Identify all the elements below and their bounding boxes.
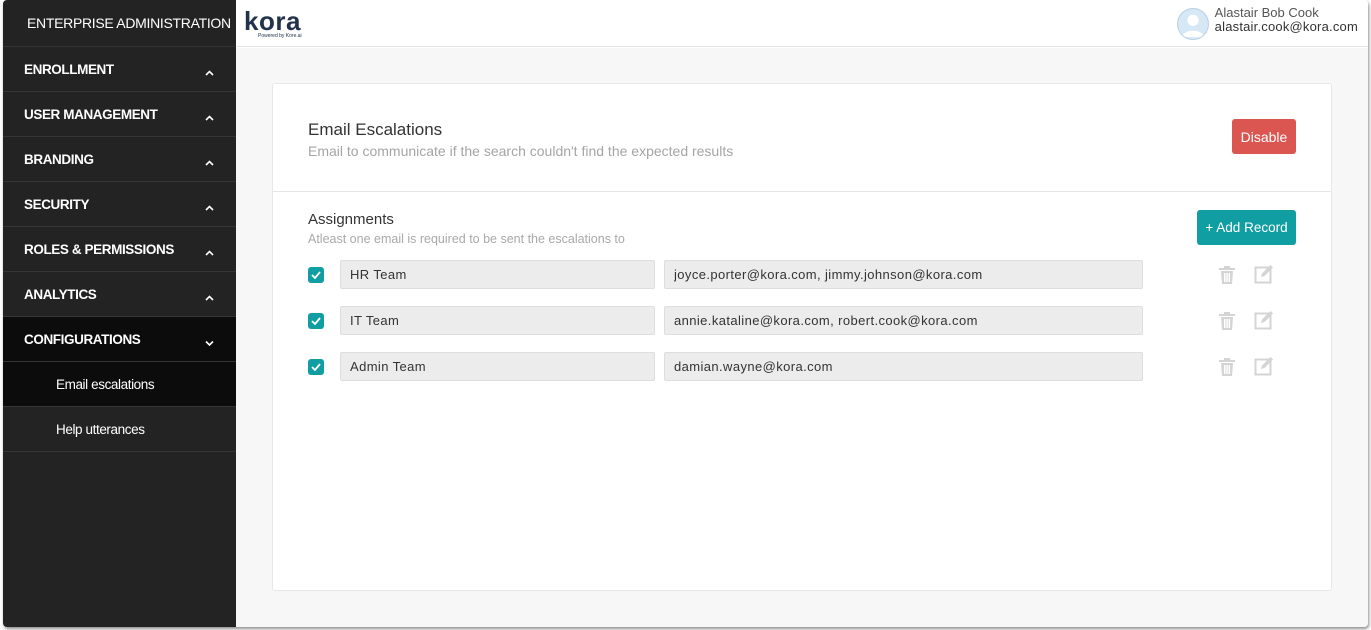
user-avatar-icon xyxy=(1181,14,1204,38)
team-name-input[interactable] xyxy=(340,352,655,381)
kora-logo: kora Powered by Kore.ai xyxy=(244,8,316,40)
team-name-input[interactable] xyxy=(340,306,655,335)
email-escalations-card: Email Escalations Email to communicate i… xyxy=(272,83,1332,591)
disable-button[interactable]: Disable xyxy=(1232,119,1296,154)
edit-icon[interactable] xyxy=(1254,356,1274,376)
sidebar-item-label: CONFIGURATIONS xyxy=(24,331,141,347)
sidebar-subitem-email-escalations[interactable]: Email escalations xyxy=(3,362,236,407)
record-checkbox[interactable] xyxy=(308,359,324,375)
sidebar-item-enrollment[interactable]: ENROLLMENT xyxy=(3,47,236,92)
avatar xyxy=(1176,8,1209,40)
checkmark-icon xyxy=(311,317,321,325)
trash-icon[interactable] xyxy=(1218,357,1236,377)
sidebar-subitem-help-utterances[interactable]: Help utterances xyxy=(3,407,236,452)
card-header: Email Escalations Email to communicate i… xyxy=(273,84,1331,192)
chevron-up-icon xyxy=(203,112,215,124)
page-subtitle: Email to communicate if the search could… xyxy=(308,143,734,159)
chevron-up-icon xyxy=(203,292,215,304)
sidebar-item-label: ROLES & PERMISSIONS xyxy=(24,241,174,257)
record-row xyxy=(308,352,1298,382)
sidebar-item-configurations[interactable]: CONFIGURATIONS xyxy=(3,317,236,362)
logo-tagline: Powered by Kore.ai xyxy=(258,33,302,39)
edit-icon[interactable] xyxy=(1254,310,1274,330)
user-name: Alastair Bob Cook xyxy=(1214,5,1319,20)
chevron-down-icon xyxy=(203,337,215,349)
user-info: Alastair Bob Cook alastair.cook@kora.com xyxy=(1215,6,1358,34)
trash-icon[interactable] xyxy=(1218,265,1236,285)
chevron-up-icon xyxy=(203,247,215,259)
record-checkbox[interactable] xyxy=(308,313,324,329)
page-title: Email Escalations xyxy=(308,120,443,139)
team-name-input[interactable] xyxy=(340,260,655,289)
chevron-up-icon xyxy=(203,67,215,79)
sidebar-item-user-management[interactable]: USER MANAGEMENT xyxy=(3,92,236,137)
sidebar-item-roles-permissions[interactable]: ROLES & PERMISSIONS xyxy=(3,227,236,272)
team-emails-input[interactable] xyxy=(664,352,1143,381)
trash-icon[interactable] xyxy=(1218,311,1236,331)
assignments-title: Assignments xyxy=(308,211,394,228)
record-checkbox[interactable] xyxy=(308,267,324,283)
chevron-up-icon xyxy=(203,157,215,169)
assignments-subtitle: Atleast one email is required to be sent… xyxy=(308,232,625,246)
team-emails-input[interactable] xyxy=(664,260,1143,289)
main-content: Email Escalations Email to communicate i… xyxy=(236,48,1368,627)
sidebar: ENTERPRISE ADMINISTRATION ENROLLMENT USE… xyxy=(3,0,236,627)
add-record-button[interactable]: + Add Record xyxy=(1197,210,1296,245)
sidebar-title: ENTERPRISE ADMINISTRATION xyxy=(3,0,236,47)
sidebar-item-branding[interactable]: BRANDING xyxy=(3,137,236,182)
chevron-up-icon xyxy=(203,202,215,214)
sidebar-item-label: ANALYTICS xyxy=(24,286,97,302)
sidebar-item-label: ENROLLMENT xyxy=(24,61,114,77)
sidebar-item-label: USER MANAGEMENT xyxy=(24,106,158,122)
sidebar-item-label: SECURITY xyxy=(24,196,90,212)
top-bar: kora Powered by Kore.ai Alastair Bob Coo… xyxy=(236,0,1368,47)
sidebar-item-analytics[interactable]: ANALYTICS xyxy=(3,272,236,317)
record-row xyxy=(308,306,1298,336)
user-email: alastair.cook@kora.com xyxy=(1214,19,1358,34)
user-profile[interactable]: Alastair Bob Cook alastair.cook@kora.com xyxy=(1176,6,1358,40)
sidebar-item-label: BRANDING xyxy=(24,151,94,167)
team-emails-input[interactable] xyxy=(664,306,1143,335)
logo-wordmark: kora xyxy=(244,6,301,36)
checkmark-icon xyxy=(311,363,321,371)
record-row xyxy=(308,260,1298,290)
edit-icon[interactable] xyxy=(1254,264,1274,284)
checkmark-icon xyxy=(311,271,321,279)
app-window: ENTERPRISE ADMINISTRATION ENROLLMENT USE… xyxy=(3,0,1368,627)
sidebar-item-security[interactable]: SECURITY xyxy=(3,182,236,227)
